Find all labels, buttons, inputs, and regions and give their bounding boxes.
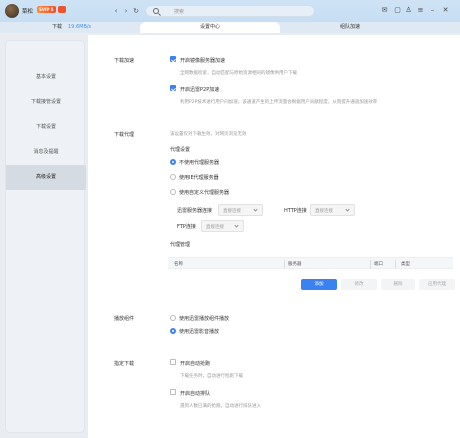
settings-panel: 下载加速 开启镜像服务器加速 全网数据检索，自动匹配与原始资源相同的镜像供用户下… [88, 35, 460, 438]
col-server: 服务器 [288, 262, 302, 267]
search-icon [153, 8, 159, 14]
add-proxy-button[interactable]: 添加 [301, 279, 337, 290]
tab-settings[interactable]: 设置中心 [140, 22, 280, 33]
player-radio-component[interactable] [170, 315, 176, 321]
search-input[interactable]: 搜索 [174, 8, 184, 15]
tab-team-accel[interactable]: 组队加速 [320, 22, 380, 33]
vip-level-icon [58, 6, 66, 13]
auto-queue-hint: 遇到人数已满的抢跑，自动进行排队进入 [180, 404, 261, 409]
proxy-table-header: 名称 服务器 端口 类型 [168, 257, 453, 269]
col-type: 类型 [401, 262, 410, 267]
search-bar[interactable]: 搜索 [145, 5, 315, 17]
player-radio-xmp[interactable] [170, 328, 176, 334]
player-option-component: 使用迅雷播放组件播放 [179, 316, 230, 322]
section-label-proxy: 下载代理 [114, 132, 135, 138]
player-option-xmp: 使用迅雷影音播放 [179, 329, 220, 335]
back-button[interactable]: ‹ [112, 7, 120, 15]
proxy-manage-title: 代理管理 [170, 242, 191, 248]
mirror-accel-checkbox[interactable] [170, 56, 176, 62]
section-label-player: 播放组件 [114, 316, 135, 322]
auto-queue-label: 开启自动排队 [180, 391, 211, 397]
http-conn-label: HTTP连接 [284, 208, 307, 214]
download-speed: 19.6MB/s [68, 24, 92, 30]
vip-badge[interactable]: SVIP 5 [37, 6, 56, 13]
thunder-conn-select[interactable]: 直接连接 [218, 204, 263, 216]
mirror-accel-hint: 全网数据检索，自动匹配与原始资源相同的镜像供用户下载 [180, 71, 297, 76]
ftp-conn-select[interactable]: 直接连接 [201, 220, 244, 232]
sidebar-item-basic[interactable]: 基本设置 [6, 65, 86, 90]
title-bar: 菜松 SVIP 5 ‹ › ↻ 搜索 ✉ ▢ ♙ ≡ – ✕ [0, 0, 460, 22]
ftp-conn-label: FTP连接 [177, 224, 196, 230]
sidebar-item-advanced[interactable]: 高级设置 [6, 165, 86, 190]
p2p-accel-label: 开启迅雷P2P加速 [180, 87, 220, 93]
delete-proxy-button[interactable]: 删除 [381, 279, 415, 290]
settings-sidebar: 基本设置 下载接管设置 下载设置 消息及提醒 高级设置 [5, 40, 86, 433]
chevron-down-icon [345, 207, 350, 212]
proxy-hint: 该设置仅对下载生效，对网页浏览无效 [170, 132, 247, 137]
edit-proxy-button[interactable]: 修改 [341, 279, 377, 290]
column-divider [284, 260, 285, 268]
sidebar-item-takeover[interactable]: 下载接管设置 [6, 90, 86, 115]
forward-button[interactable]: › [122, 7, 130, 15]
content-area: 基本设置 下载接管设置 下载设置 消息及提醒 高级设置 下载加速 开启镜像服务器… [0, 33, 460, 438]
auto-queue-checkbox[interactable] [170, 389, 176, 395]
proxy-option-none: 不使用代理服务器 [179, 160, 220, 166]
thunder-conn-label: 迅雷服务器连接 [177, 208, 213, 214]
close-icon[interactable]: ✕ [441, 6, 450, 15]
apply-proxy-button[interactable]: 应用代理 [419, 279, 455, 290]
auto-run-label: 开启自动抢跑 [180, 361, 211, 367]
col-name: 名称 [174, 262, 183, 267]
proxy-radio-none[interactable] [170, 159, 176, 165]
proxy-settings-title: 代理设置 [170, 147, 191, 153]
column-divider [395, 260, 396, 268]
tab-download[interactable]: 下载 [52, 22, 62, 33]
http-conn-select[interactable]: 直接连接 [310, 204, 355, 216]
section-label-scheduled: 指定下载 [114, 361, 135, 367]
mirror-accel-label: 开启镜像服务器加速 [180, 58, 226, 64]
proxy-option-ie: 使用IE代理服务器 [179, 175, 219, 181]
proxy-radio-ie[interactable] [170, 174, 176, 180]
column-divider [370, 260, 371, 268]
proxy-radio-custom[interactable] [170, 189, 176, 195]
menu-icon[interactable]: ≡ [416, 6, 425, 15]
minimize-icon[interactable]: – [428, 6, 437, 15]
p2p-accel-checkbox[interactable] [170, 85, 176, 91]
col-port: 端口 [374, 262, 383, 267]
mail-icon[interactable]: ✉ [380, 6, 389, 15]
sidebar-item-download[interactable]: 下载设置 [6, 115, 86, 140]
username[interactable]: 菜松 [22, 7, 33, 15]
p2p-accel-hint: 利用P2P技术进行用户间加速，该通道产生的上传流量会根据用户贡献程度，从而提升通… [180, 100, 378, 105]
box-icon[interactable]: ▢ [393, 6, 402, 15]
refresh-button[interactable]: ↻ [132, 7, 140, 15]
chevron-down-icon [253, 207, 258, 212]
section-label-accel: 下载加速 [114, 58, 135, 64]
tab-bar: 下载 19.6MB/s 设置中心 组队加速 [0, 22, 460, 33]
avatar[interactable] [5, 4, 19, 18]
sidebar-item-notify[interactable]: 消息及提醒 [6, 140, 86, 165]
auto-run-hint: 下载任务时，自动进行抢跑下载 [180, 374, 243, 379]
auto-run-checkbox[interactable] [170, 359, 176, 365]
shirt-icon[interactable]: ♙ [404, 6, 413, 15]
chevron-down-icon [234, 223, 239, 228]
proxy-option-custom: 使用自定义代理服务器 [179, 190, 230, 196]
